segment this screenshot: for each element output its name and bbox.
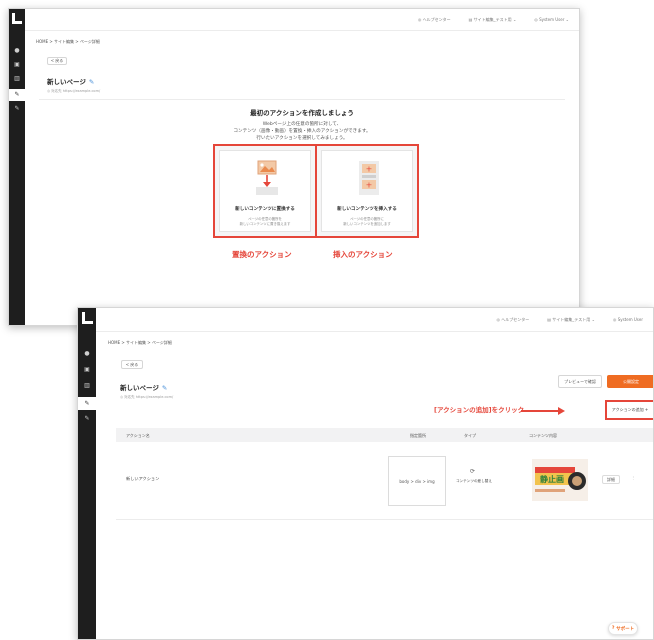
pencil-icon[interactable]: ✎ — [89, 78, 94, 86]
refresh-icon: ⟳ — [470, 468, 476, 475]
screen-empty-state: ● ▣ ▥ ✎ ✎ ◎ ヘルプセンター ▤ サイト編集_テスト用 ⌄ ◎ Sys… — [8, 8, 580, 326]
insert-option-title: 新しいコンテンツを挿入する — [337, 207, 397, 212]
chart-icon[interactable]: ▥ — [78, 380, 96, 392]
page-url-text: https://example.com/ — [135, 395, 174, 399]
tools-icon[interactable]: ✎ — [9, 103, 25, 115]
site-selector-label: サイト編集_テスト用 — [473, 16, 512, 22]
site-selector[interactable]: ▤ サイト編集_テスト用 ⌄ — [547, 317, 595, 323]
replace-option-desc: ページの任意の箇所を 新しいコンテンツに置き換えます — [220, 217, 310, 227]
logo-mark — [12, 12, 22, 24]
chart-icon[interactable]: ▥ — [9, 73, 25, 85]
table-row[interactable]: 新しいアクション body > div > img ⟳ コンテンツの差し替え 静… — [116, 442, 653, 520]
help-center-link[interactable]: ◎ ヘルプセンター — [496, 317, 529, 323]
app-logo[interactable] — [9, 9, 25, 27]
banner-text: 静止画 — [540, 475, 564, 484]
image-icon[interactable]: ▣ — [78, 364, 96, 376]
page-url[interactable]: ◎ 対応先 https://example.com/ — [47, 89, 100, 94]
pencil-icon[interactable]: ✎ — [162, 384, 167, 392]
user-menu[interactable]: ◎ System User — [613, 317, 643, 322]
more-menu-icon[interactable]: ⋮ — [631, 475, 635, 480]
callout-arrow-icon — [558, 407, 565, 415]
help-circle-icon: ? — [611, 626, 615, 631]
support-label: サポート — [616, 626, 635, 632]
selector-cell[interactable]: body > div > img — [388, 456, 446, 506]
page-title: 新しいページ ✎ — [120, 382, 167, 392]
support-button[interactable]: ? サポート — [608, 622, 638, 635]
desc-line-3: 行いたいアクションを選択してみましょう。 — [256, 136, 348, 141]
publish-button[interactable]: 公開設定 — [607, 375, 653, 388]
back-button[interactable]: < 戻る — [121, 360, 143, 369]
dashboard-icon[interactable]: ● — [78, 348, 96, 360]
svg-text:+: + — [366, 165, 373, 174]
screen-action-list: ● ▣ ▥ ✎ ✎ ◎ ヘルプセンター ▤ サイト編集_テスト用 ⌄ ◎ Sys… — [77, 307, 654, 640]
breadcrumb[interactable]: HOME > サイト編集 > ページ詳細 — [36, 39, 100, 45]
site-selector-label: サイト編集_テスト用 — [552, 316, 591, 322]
divider — [39, 99, 565, 100]
tutorial-composite: ● ▣ ▥ ✎ ✎ ◎ ヘルプセンター ▤ サイト編集_テスト用 ⌄ ◎ Sys… — [0, 0, 654, 640]
user-menu-label: System User — [539, 17, 565, 22]
help-center-label: ヘルプセンター — [501, 316, 530, 322]
help-center-link[interactable]: ◎ ヘルプセンター — [418, 17, 451, 23]
col-header-selector: 指定箇所 — [410, 433, 426, 438]
back-button[interactable]: < 戻る — [47, 57, 67, 65]
page-url[interactable]: ◎ 対応先 https://example.com/ — [120, 395, 173, 400]
action-table-header: アクション名 指定箇所 タイプ コンテンツ内容 — [116, 428, 653, 442]
svg-text:+: + — [366, 181, 373, 190]
edit-icon[interactable]: ✎ — [78, 397, 96, 410]
replace-callout: 置換のアクション — [232, 250, 292, 259]
sidebar-rail: ● ▣ ▥ ✎ ✎ — [78, 308, 96, 639]
main-content: HOME > サイト編集 > ページ詳細 < 戻る 新しいページ ✎ ◎ 対応先 … — [96, 332, 653, 639]
image-icon[interactable]: ▣ — [9, 59, 25, 71]
insert-callout: 挿入のアクション — [333, 250, 393, 259]
replace-illustration-icon — [251, 159, 283, 197]
replace-desc-line-2: 新しいコンテンツに置き換えます — [239, 222, 291, 226]
desc-line-1: Webページ上の任意の箇所に対して、 — [262, 122, 342, 127]
user-menu[interactable]: ◎ System User ⌄ — [534, 17, 569, 22]
help-center-label: ヘルプセンター — [422, 16, 451, 22]
main-content: HOME > サイト編集 > ページ詳細 < 戻る 新しいページ ✎ ◎ 対応先 … — [25, 31, 579, 325]
replace-option-inner: 新しいコンテンツに置換する ページの任意の箇所を 新しいコンテンツに置き換えます — [219, 150, 311, 232]
page-title: 新しいページ ✎ — [47, 76, 94, 86]
edit-icon[interactable]: ✎ — [9, 89, 25, 101]
col-header-type: タイプ — [464, 433, 476, 438]
app-logo[interactable] — [78, 308, 96, 328]
empty-state-heading: 最初のアクションを作成しましょう — [250, 109, 354, 117]
user-menu-label: System User — [617, 317, 643, 322]
insert-option-card[interactable]: + + 新しいコンテンツを挿入する ページの任意の箇所に 新しいコンテンツを追加… — [315, 144, 419, 238]
action-name-cell[interactable]: 新しいアクション — [126, 476, 159, 482]
logo-mark — [81, 312, 93, 324]
insert-illustration-icon: + + — [353, 159, 385, 197]
sidebar-rail: ● ▣ ▥ ✎ ✎ — [9, 9, 25, 325]
breadcrumb[interactable]: HOME > サイト編集 > ページ詳細 — [108, 340, 172, 346]
add-action-button[interactable]: アクションの追加 + — [605, 400, 653, 420]
add-action-callout: [アクションの追加]をクリック — [434, 406, 525, 414]
page-title-text: 新しいページ — [120, 384, 159, 392]
insert-option-desc: ページの任意の箇所に 新しいコンテンツを追加します — [322, 217, 412, 227]
content-thumbnail[interactable]: 静止画 — [532, 459, 588, 501]
tools-icon[interactable]: ✎ — [78, 413, 96, 425]
page-url-text: https://example.com/ — [62, 89, 101, 93]
desc-line-2: コンテンツ（画像・動画）を置換・挿入のアクションができます。 — [233, 129, 371, 134]
site-selector[interactable]: ▤ サイト編集_テスト用 ⌄ — [469, 17, 517, 23]
insert-desc-line-2: 新しいコンテンツを追加します — [343, 222, 391, 226]
detail-button[interactable]: 詳細 — [602, 475, 620, 484]
insert-option-inner: + + 新しいコンテンツを挿入する ページの任意の箇所に 新しいコンテンツを追加… — [321, 150, 413, 232]
replace-option-title: 新しいコンテンツに置換する — [235, 207, 295, 212]
dashboard-icon[interactable]: ● — [9, 45, 25, 57]
callout-arrow-line — [521, 410, 559, 412]
col-header-content: コンテンツ内容 — [529, 433, 557, 438]
top-header: ◎ ヘルプセンター ▤ サイト編集_テスト用 ⌄ ◎ System User — [96, 308, 653, 332]
col-header-name: アクション名 — [126, 433, 150, 438]
preview-button[interactable]: プレビューで確認 — [558, 375, 602, 388]
page-title-text: 新しいページ — [47, 78, 86, 86]
replace-option-card[interactable]: 新しいコンテンツに置換する ページの任意の箇所を 新しいコンテンツに置き換えます — [213, 144, 317, 238]
type-cell: コンテンツの差し替え — [456, 479, 492, 483]
top-header: ◎ ヘルプセンター ▤ サイト編集_テスト用 ⌄ ◎ System User ⌄ — [25, 9, 579, 31]
empty-state-description: Webページ上の任意の箇所に対して、 コンテンツ（画像・動画）を置換・挿入のアク… — [25, 121, 579, 142]
